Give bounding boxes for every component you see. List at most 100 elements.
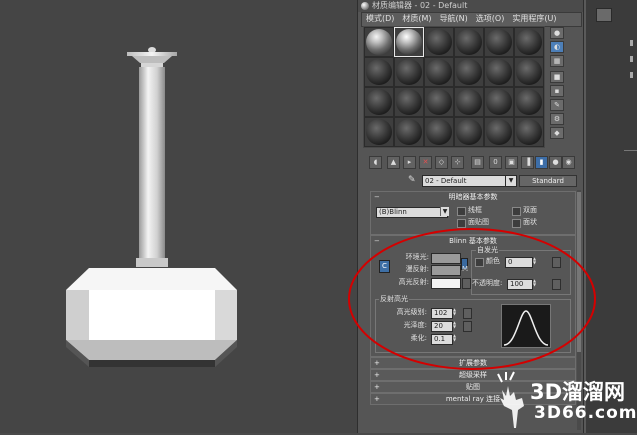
face-map-checkbox[interactable] (457, 219, 466, 228)
material-slot[interactable] (454, 57, 484, 87)
material-slot[interactable] (424, 57, 454, 87)
soften-arrows[interactable]: ▲ ▼ (453, 334, 458, 343)
material-name-field[interactable]: 02 - Default (422, 175, 506, 187)
opacity-spinner-arrows[interactable]: ▲ ▼ (533, 279, 538, 288)
material-slot[interactable] (364, 27, 394, 57)
self-illum-color-checkbox[interactable] (475, 258, 484, 267)
self-illum-spinner-arrows[interactable]: ▲ ▼ (533, 257, 538, 266)
options-icon[interactable]: ⚙ (550, 113, 564, 125)
material-slot[interactable] (454, 27, 484, 57)
rollout-header[interactable]: − 明暗器基本参数 (371, 192, 575, 202)
material-id-icon[interactable]: 0 (489, 156, 502, 169)
material-sphere-preview (366, 119, 392, 145)
opacity-map-button[interactable] (552, 279, 561, 290)
menu-mode[interactable]: 模式(D) (366, 14, 394, 23)
soften-spinner[interactable]: 0.1 (431, 334, 453, 345)
show-shaded-map-icon[interactable]: ▮ (535, 156, 548, 169)
ambient-color-swatch[interactable] (431, 253, 461, 264)
material-slot[interactable] (394, 87, 424, 117)
window-title: 材质编辑器 - 02 - Default (372, 1, 468, 10)
material-slot[interactable] (364, 87, 394, 117)
rollout-header[interactable]: − Blinn 基本参数 (371, 236, 575, 246)
specular-level-arrows[interactable]: ▲ ▼ (453, 308, 458, 317)
material-slot[interactable] (514, 117, 544, 147)
material-sphere-preview (516, 29, 542, 55)
specular-map-button[interactable] (462, 278, 471, 289)
put-to-scene-icon[interactable]: ▲ (387, 156, 400, 169)
get-material-icon[interactable]: ◖ (369, 156, 382, 169)
material-slot[interactable] (454, 117, 484, 147)
material-slot[interactable] (484, 117, 514, 147)
material-slot[interactable] (514, 57, 544, 87)
viewport-nav-button[interactable] (596, 8, 612, 22)
material-sphere-preview (516, 119, 542, 145)
material-slot[interactable] (484, 87, 514, 117)
go-forward-sibling-icon[interactable]: ◉ (562, 156, 575, 169)
blinn-basic-params-rollout: − Blinn 基本参数 C 环境光: 漫反射: M 高光反射: 自发光 颜色 … (370, 235, 576, 357)
material-slot[interactable] (364, 117, 394, 147)
material-slot[interactable] (394, 57, 424, 87)
rollout-title: 扩展参数 (459, 359, 487, 367)
glossiness-map-button[interactable] (463, 321, 472, 332)
eyedropper-icon[interactable]: ✎ (408, 175, 418, 186)
show-end-result-icon[interactable]: ▐ (521, 156, 534, 169)
background-icon[interactable]: ▦ (550, 55, 564, 67)
video-color-check-icon[interactable]: ▪ (550, 85, 564, 97)
material-slot[interactable] (454, 87, 484, 117)
material-sphere-preview (456, 29, 482, 55)
material-slot[interactable] (424, 87, 454, 117)
specular-level-map-button[interactable] (463, 308, 472, 319)
shader-type-select[interactable]: (B)Blinn (376, 207, 448, 218)
material-type-button[interactable]: Standard (519, 175, 577, 187)
glossiness-arrows[interactable]: ▲ ▼ (453, 321, 458, 330)
opacity-spinner[interactable]: 100 (507, 279, 533, 290)
backlight-icon[interactable]: ◐ (550, 41, 564, 53)
copy-material-icon[interactable]: ◇ (435, 156, 448, 169)
material-slot[interactable] (514, 27, 544, 57)
make-unique-icon[interactable]: ⊹ (451, 156, 464, 169)
assign-to-selection-icon[interactable]: ▸ (403, 156, 416, 169)
material-slot[interactable] (484, 27, 514, 57)
show-map-icon[interactable]: ▣ (505, 156, 518, 169)
reset-map-icon[interactable]: ✕ (419, 156, 432, 169)
scroll-tick (630, 40, 633, 46)
material-sphere-preview (486, 29, 512, 55)
glossiness-spinner[interactable]: 20 (431, 321, 453, 332)
shader-select-arrow[interactable]: ▼ (440, 207, 449, 216)
diffuse-color-swatch[interactable] (431, 265, 461, 276)
scrollbar-thumb[interactable] (577, 192, 581, 352)
scroll-tick (630, 72, 633, 78)
self-illum-map-button[interactable] (552, 257, 561, 268)
material-slot[interactable] (364, 57, 394, 87)
wire-checkbox[interactable] (457, 207, 466, 216)
material-slot[interactable] (394, 117, 424, 147)
specular-color-swatch[interactable] (431, 278, 461, 289)
deer-logo-icon (497, 371, 524, 428)
material-slot[interactable] (484, 57, 514, 87)
diffuse-map-button[interactable]: M (462, 265, 468, 274)
material-slot[interactable] (424, 27, 454, 57)
title-bar[interactable]: 材质编辑器 - 02 - Default (358, 0, 583, 12)
two-sided-checkbox[interactable] (512, 207, 521, 216)
sample-uv-tiling-icon[interactable]: ■ (550, 71, 564, 83)
material-slot[interactable] (424, 117, 454, 147)
menu-navigation[interactable]: 导航(N) (440, 14, 468, 23)
glossiness-label: 光泽度: (403, 321, 427, 329)
perspective-viewport[interactable] (0, 0, 357, 433)
menu-utilities[interactable]: 实用程序(U) (512, 14, 556, 23)
faceted-checkbox[interactable] (512, 219, 521, 228)
material-slot[interactable] (514, 87, 544, 117)
put-to-library-icon[interactable]: ▤ (471, 156, 484, 169)
select-by-material-icon[interactable]: ◆ (550, 127, 564, 139)
ambient-label: 环境光: (405, 253, 429, 261)
go-to-parent-icon[interactable]: ● (549, 156, 562, 169)
material-name-dropdown[interactable]: ▼ (505, 175, 517, 187)
sample-type-icon[interactable]: ● (550, 27, 564, 39)
specular-level-spinner[interactable]: 102 (431, 308, 453, 319)
menu-options[interactable]: 选项(O) (476, 14, 505, 23)
menu-material[interactable]: 材质(M) (402, 14, 431, 23)
shader-basic-params-rollout: − 明暗器基本参数 (B)Blinn ▼ 线框 双面 面贴图 面状 (370, 191, 576, 235)
self-illum-spinner[interactable]: 0 (505, 257, 533, 268)
make-preview-icon[interactable]: ✎ (550, 99, 564, 111)
material-slot[interactable] (394, 27, 424, 57)
